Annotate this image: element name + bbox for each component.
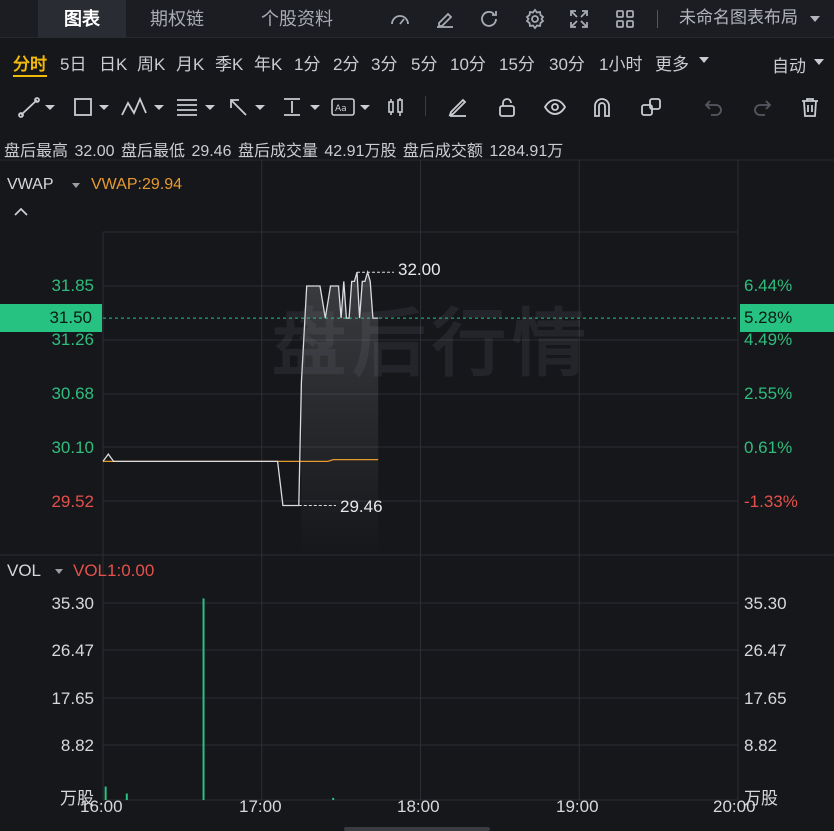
volume-label: 26.47 xyxy=(51,641,94,660)
volume-label: 26.47 xyxy=(744,641,787,660)
high-marker-label: 32.00 xyxy=(398,260,441,279)
chevron-down-icon[interactable] xyxy=(72,183,80,188)
vol-value: VOL1:0.00 xyxy=(73,561,155,580)
chevron-down-icon[interactable] xyxy=(55,569,63,574)
collapse-up-icon[interactable] xyxy=(13,206,29,218)
vol-indicator-name[interactable]: VOL xyxy=(7,561,41,581)
chart-grid xyxy=(0,159,834,801)
volume-bar xyxy=(125,793,128,800)
after-hours-watermark: 盘后行情 xyxy=(272,301,592,387)
price-label: 29.52 xyxy=(51,492,94,511)
price-label: 30.68 xyxy=(51,384,94,403)
pct-label: -1.33% xyxy=(744,492,798,511)
pct-label: 2.55% xyxy=(744,384,793,403)
price-label: 31.85 xyxy=(51,276,94,295)
volume-label: 17.65 xyxy=(51,689,94,708)
low-marker-label: 29.46 xyxy=(340,497,383,516)
volume-label: 35.30 xyxy=(51,594,94,613)
pct-label: 0.61% xyxy=(744,438,793,457)
pct-label: 4.49% xyxy=(744,330,793,349)
volume-label: 8.82 xyxy=(60,736,94,755)
horizontal-scrollbar[interactable] xyxy=(344,827,490,831)
chart-canvas[interactable] xyxy=(0,0,834,831)
price-label: 30.10 xyxy=(51,438,94,457)
main-indicator-name[interactable]: VWAP xyxy=(7,176,54,194)
time-label: 17:00 xyxy=(239,797,282,816)
current-pct-tag: 5.28% xyxy=(740,304,834,332)
volume-label: 8.82 xyxy=(744,736,778,755)
pct-label: 6.44% xyxy=(744,276,793,295)
volume-bar xyxy=(332,797,335,800)
time-label: 19:00 xyxy=(556,797,599,816)
price-label: 31.26 xyxy=(51,330,94,349)
current-price-tag: 31.50 xyxy=(0,304,102,332)
vwap-value: VWAP:29.94 xyxy=(91,176,183,193)
volume-bars xyxy=(104,598,335,800)
time-label: 20:00 xyxy=(713,797,756,816)
time-label: 16:00 xyxy=(80,797,123,816)
time-label: 18:00 xyxy=(397,797,440,816)
volume-bar xyxy=(202,598,205,800)
volume-label: 35.30 xyxy=(744,594,787,613)
volume-label: 17.65 xyxy=(744,689,787,708)
